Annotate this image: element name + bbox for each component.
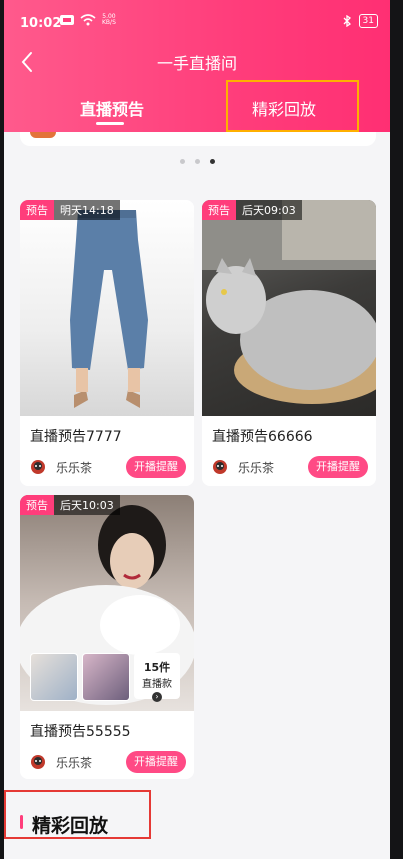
section-accent-bar	[20, 815, 23, 829]
live-card[interactable]: 预告 后天10:03 15件 直播款 › 直播预告55555 乐乐茶 开播提醒	[20, 495, 194, 779]
preview-badge: 预告	[202, 200, 236, 220]
card-title: 直播预告66666	[212, 429, 313, 445]
carousel-dot-active[interactable]	[210, 159, 215, 164]
replay-section-header: 精彩回放	[4, 790, 151, 839]
start-time-badge: 明天14:18	[54, 200, 120, 220]
live-reminder-button[interactable]: 开播提醒	[126, 751, 186, 773]
card-cover-image: 预告 明天14:18	[20, 200, 194, 416]
host-avatar-icon	[31, 460, 45, 474]
carousel-banner[interactable]	[20, 132, 376, 146]
header: 10:02 5.00 KB/S 31 一手直播间 直播预告 精彩回放	[4, 0, 390, 132]
status-icons: 5.00 KB/S	[60, 14, 116, 26]
arrow-right-icon: ›	[152, 692, 162, 702]
product-count-card[interactable]: 15件 直播款 ›	[134, 653, 180, 702]
card-cover-image: 预告 后天09:03	[202, 200, 376, 416]
carousel-dot[interactable]	[180, 159, 185, 164]
bluetooth-icon	[343, 15, 351, 27]
product-thumbnail[interactable]	[82, 653, 130, 701]
product-strip[interactable]: 15件 直播款 ›	[30, 653, 180, 702]
live-card[interactable]: 预告 后天09:03 直播预告66666 乐乐茶 开播提醒	[202, 200, 376, 486]
app-screen: 10:02 5.00 KB/S 31 一手直播间 直播预告 精彩回放 预告 明天…	[4, 0, 390, 859]
card-footer: 乐乐茶 开播提醒	[30, 456, 186, 478]
status-right: 31	[343, 14, 378, 28]
badge-row: 预告 后天10:03	[20, 495, 120, 515]
host-avatar-icon	[213, 460, 227, 474]
active-tab-indicator	[96, 122, 124, 125]
product-count-label: 直播款	[142, 679, 172, 690]
live-reminder-button[interactable]: 开播提醒	[126, 456, 186, 478]
card-footer: 乐乐茶 开播提醒	[30, 751, 186, 773]
card-cover-image: 预告 后天10:03 15件 直播款 ›	[20, 495, 194, 711]
page-title: 一手直播间	[156, 54, 237, 73]
badge-row: 预告 后天09:03	[202, 200, 302, 220]
cat-image	[202, 200, 376, 404]
preview-badge: 预告	[20, 200, 54, 220]
live-card[interactable]: 预告 明天14:18 直播预告7777 乐乐茶 开播提醒	[20, 200, 194, 486]
preview-badge: 预告	[20, 495, 54, 515]
tab-live-preview[interactable]: 直播预告	[80, 96, 144, 120]
host-name: 乐乐茶	[238, 461, 275, 475]
live-reminder-button[interactable]: 开播提醒	[308, 456, 368, 478]
jeans-image	[70, 210, 148, 408]
card-title: 直播预告7777	[30, 429, 122, 445]
carousel-dot[interactable]	[195, 159, 200, 164]
tab-bar: 直播预告 精彩回放	[4, 80, 390, 132]
carousel-dots	[180, 159, 215, 164]
start-time-badge: 后天10:03	[54, 495, 120, 515]
notification-icon	[60, 15, 74, 25]
host-name: 乐乐茶	[56, 461, 93, 475]
product-count: 15件	[143, 661, 171, 674]
carousel-image	[30, 132, 56, 138]
battery-indicator: 31	[358, 14, 378, 28]
section-title: 精彩回放	[32, 815, 109, 837]
title-row: 一手直播间	[4, 44, 390, 78]
badge-row: 预告 明天14:18	[20, 200, 120, 220]
host-name: 乐乐茶	[56, 756, 93, 770]
status-bar: 10:02 5.00 KB/S 31	[4, 0, 390, 36]
host-avatar-icon	[31, 755, 45, 769]
net-speed-unit: KB/S	[102, 19, 116, 26]
tab-replay[interactable]: 精彩回放	[252, 96, 316, 120]
card-title: 直播预告55555	[30, 724, 131, 740]
card-footer: 乐乐茶 开播提醒	[212, 456, 368, 478]
product-thumbnail[interactable]	[30, 653, 78, 701]
wifi-icon	[80, 14, 96, 26]
status-time: 10:02	[20, 16, 62, 31]
net-speed: 5.00 KB/S	[102, 14, 116, 26]
start-time-badge: 后天09:03	[236, 200, 302, 220]
